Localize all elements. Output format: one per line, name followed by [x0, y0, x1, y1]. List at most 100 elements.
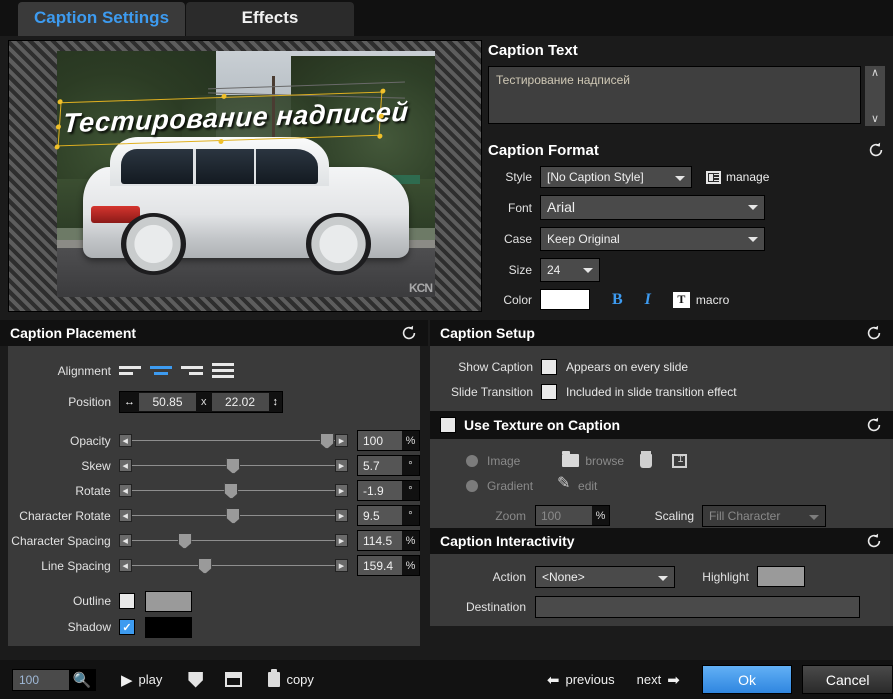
- tab-effects[interactable]: Effects: [186, 2, 354, 36]
- slider-value-field[interactable]: %: [357, 555, 420, 576]
- tab-bar: Caption Settings Effects: [0, 0, 893, 36]
- slider-track-area[interactable]: ◀▶: [119, 432, 348, 449]
- slider-decrement-icon[interactable]: ◀: [119, 434, 132, 447]
- reset-caption-format-icon[interactable]: [867, 141, 885, 159]
- texture-zoom-input[interactable]: [536, 506, 592, 525]
- position-y-input[interactable]: [212, 393, 269, 411]
- slider-value-input[interactable]: [358, 531, 402, 550]
- scroll-up-icon[interactable]: ∧: [871, 68, 879, 78]
- slider-value-field[interactable]: %: [357, 530, 420, 551]
- slider-value-input[interactable]: [358, 456, 402, 475]
- slider-value-field[interactable]: °: [357, 455, 420, 476]
- font-select[interactable]: Arial: [540, 195, 765, 220]
- slider-track[interactable]: [132, 515, 335, 516]
- play-button[interactable]: ▶ play: [121, 671, 162, 689]
- search-icon[interactable]: 🔍: [69, 670, 95, 690]
- export-texture-icon[interactable]: [672, 454, 687, 468]
- outline-checkbox[interactable]: [119, 593, 135, 609]
- slider-increment-icon[interactable]: ▶: [335, 509, 348, 522]
- zoom-field[interactable]: 🔍: [12, 669, 96, 691]
- reset-caption-setup-icon[interactable]: [865, 324, 883, 342]
- slider-value-input[interactable]: [358, 556, 402, 575]
- slider-thumb[interactable]: [226, 508, 240, 524]
- shield-icon[interactable]: [188, 672, 202, 688]
- action-select[interactable]: <None>: [535, 566, 675, 588]
- scroll-down-icon[interactable]: ∨: [871, 114, 879, 124]
- slider-thumb[interactable]: [226, 458, 240, 474]
- slide-preview[interactable]: KCN Тестирование надписей: [8, 40, 482, 312]
- zoom-input[interactable]: [13, 670, 69, 690]
- show-caption-checkbox[interactable]: [541, 359, 557, 375]
- outline-color-swatch[interactable]: [145, 591, 192, 612]
- slider-decrement-icon[interactable]: ◀: [119, 459, 132, 472]
- slider-value-field[interactable]: °: [357, 480, 420, 501]
- shadow-checkbox[interactable]: ✓: [119, 619, 135, 635]
- texture-image-radio[interactable]: [466, 455, 478, 467]
- caption-text-input[interactable]: Тестирование надписей: [488, 66, 861, 124]
- slider-value-input[interactable]: [358, 431, 402, 450]
- texture-zoom-field[interactable]: %: [535, 505, 610, 526]
- size-select[interactable]: 24: [540, 258, 600, 282]
- slider-track-area[interactable]: ◀▶: [119, 557, 348, 574]
- slider-value-input[interactable]: [358, 506, 402, 525]
- style-select[interactable]: [No Caption Style]: [540, 166, 692, 188]
- reset-caption-placement-icon[interactable]: [400, 324, 418, 342]
- bold-button[interactable]: B: [612, 291, 623, 309]
- caption-text-scrollbar[interactable]: ∧ ∨: [865, 66, 885, 126]
- slide-transition-checkbox[interactable]: [541, 384, 557, 400]
- align-right-icon[interactable]: [181, 362, 203, 379]
- window-icon[interactable]: [225, 672, 243, 687]
- slider-track[interactable]: [132, 465, 335, 466]
- texture-gradient-radio[interactable]: [466, 480, 478, 492]
- slider-decrement-icon[interactable]: ◀: [119, 534, 132, 547]
- reset-texture-icon[interactable]: [865, 416, 883, 434]
- texture-scaling-select[interactable]: Fill Character: [702, 505, 826, 527]
- slider-increment-icon[interactable]: ▶: [335, 559, 348, 572]
- slider-increment-icon[interactable]: ▶: [335, 434, 348, 447]
- slider-value-input[interactable]: [358, 481, 402, 500]
- ok-button[interactable]: Ok: [702, 665, 793, 694]
- slider-increment-icon[interactable]: ▶: [335, 484, 348, 497]
- slider-track-area[interactable]: ◀▶: [119, 532, 348, 549]
- highlight-color-swatch[interactable]: [757, 566, 805, 587]
- slider-increment-icon[interactable]: ▶: [335, 459, 348, 472]
- tab-caption-settings[interactable]: Caption Settings: [18, 2, 185, 36]
- slider-thumb[interactable]: [320, 433, 334, 449]
- slider-track[interactable]: [132, 490, 335, 491]
- slider-track-area[interactable]: ◀▶: [119, 507, 348, 524]
- position-x-input[interactable]: [139, 393, 196, 411]
- manage-styles-button[interactable]: manage: [706, 170, 769, 184]
- slider-thumb[interactable]: [178, 533, 192, 549]
- slider-track-area[interactable]: ◀▶: [119, 457, 348, 474]
- delete-texture-icon[interactable]: [640, 454, 652, 468]
- slider-track[interactable]: [132, 565, 335, 566]
- slider-decrement-icon[interactable]: ◀: [119, 559, 132, 572]
- font-color-swatch[interactable]: [540, 289, 590, 310]
- slider-track[interactable]: [132, 440, 335, 441]
- case-select[interactable]: Keep Original: [540, 227, 765, 251]
- slider-increment-icon[interactable]: ▶: [335, 534, 348, 547]
- slider-decrement-icon[interactable]: ◀: [119, 509, 132, 522]
- next-button[interactable]: next ➡: [637, 671, 680, 689]
- align-center-icon[interactable]: [150, 362, 172, 379]
- destination-input[interactable]: [535, 596, 860, 618]
- slider-decrement-icon[interactable]: ◀: [119, 484, 132, 497]
- italic-button[interactable]: I: [645, 291, 651, 309]
- slider-value-field[interactable]: °: [357, 505, 420, 526]
- slider-track-area[interactable]: ◀▶: [119, 482, 348, 499]
- align-left-icon[interactable]: [119, 362, 141, 379]
- cancel-button[interactable]: Cancel: [802, 665, 893, 694]
- shadow-color-swatch[interactable]: [145, 617, 192, 638]
- edit-gradient-button[interactable]: edit: [557, 479, 597, 493]
- slider-value-field[interactable]: %: [357, 430, 420, 451]
- reset-interactivity-icon[interactable]: [865, 532, 883, 550]
- browse-button[interactable]: browse: [562, 454, 624, 468]
- macro-text-icon[interactable]: T: [673, 292, 690, 308]
- slider-track[interactable]: [132, 540, 335, 541]
- previous-button[interactable]: ⬅ previous: [547, 671, 615, 689]
- align-justify-icon[interactable]: [212, 362, 234, 379]
- slider-thumb[interactable]: [198, 558, 212, 574]
- copy-button[interactable]: copy: [268, 672, 313, 687]
- use-texture-checkbox[interactable]: [440, 417, 456, 433]
- slider-thumb[interactable]: [224, 483, 238, 499]
